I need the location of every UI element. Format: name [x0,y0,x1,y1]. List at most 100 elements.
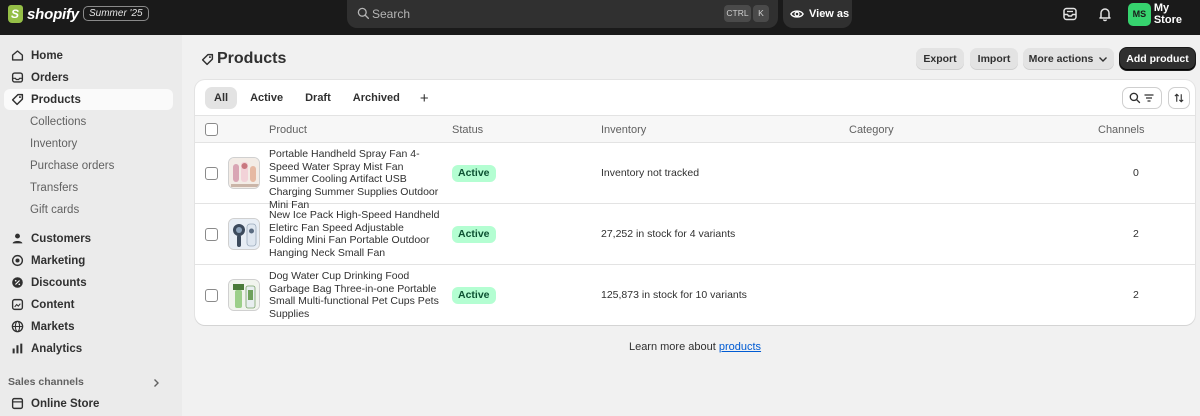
header-category[interactable]: Category [849,124,894,136]
status-badge: Active [452,226,496,243]
sidebar-subitem-gift-cards[interactable]: Gift cards [30,204,79,216]
row-checkbox[interactable] [205,289,218,302]
store-menu[interactable]: MS My Store [1128,2,1200,26]
export-button[interactable]: Export [916,48,964,70]
table-header: Product Status Inventory Category Channe… [195,115,1195,143]
sidebar-item-label: Orders [31,71,69,84]
view-as-button[interactable]: View as [783,0,852,28]
bell-icon[interactable] [1097,6,1113,22]
search-filter-button[interactable] [1122,87,1162,109]
store-name: My Store [1153,2,1182,26]
view-as-label: View as [809,8,850,20]
sidebar-item-marketing[interactable]: Marketing [4,250,173,271]
store-avatar: MS [1128,2,1151,26]
channels-count: 0 [1133,167,1139,179]
store-icon [10,397,24,411]
sidebar-item-markets[interactable]: Markets [4,316,173,337]
product-name[interactable]: Portable Handheld Spray Fan 4-Speed Wate… [269,148,441,212]
header-product[interactable]: Product [269,124,307,136]
import-button[interactable]: Import [970,48,1018,70]
row-checkbox[interactable] [205,167,218,180]
add-product-button[interactable]: Add product [1120,48,1195,70]
sidebar-item-online-store[interactable]: Online Store [4,393,173,414]
inbox-icon [10,71,24,85]
shopify-logo[interactable]: shopify [8,4,79,24]
sidebar-subitem-collections[interactable]: Collections [30,116,86,128]
sidebar-item-label: Discounts [31,276,87,289]
table-row[interactable]: Portable Handheld Spray Fan 4-Speed Wate… [195,143,1195,211]
person-icon [10,232,24,246]
tab-draft[interactable]: Draft [296,87,340,109]
header-status[interactable]: Status [452,124,483,136]
more-actions-button[interactable]: More actions [1023,48,1114,70]
channels-count: 2 [1133,228,1139,240]
product-thumbnail[interactable] [228,279,260,311]
inventory-value: 27,252 in stock for 4 variants [601,228,736,240]
row-checkbox[interactable] [205,228,218,241]
target-icon [10,254,24,268]
status-badge: Active [452,165,496,182]
sidebar-item-discounts[interactable]: Discounts [4,272,173,293]
shortcut-k-key: K [753,5,769,22]
sidebar-item-label: Customers [31,232,92,245]
chevron-down-icon [1099,57,1108,62]
sidebar: Home Orders Products Collections Invento… [0,35,182,416]
shortcut-ctrl-key: CTRL [724,5,751,22]
product-name[interactable]: New Ice Pack High-Speed Handheld Eletirc… [269,209,441,260]
discount-icon [10,276,24,290]
table-row[interactable]: New Ice Pack High-Speed Handheld Eletirc… [195,204,1195,265]
search-icon [1129,92,1141,104]
page-title-text: Products [217,50,287,67]
products-help-link[interactable]: products [719,341,761,353]
search-icon [357,7,370,20]
sidebar-item-home[interactable]: Home [4,45,173,66]
sidebar-item-label: Marketing [31,254,86,267]
content-icon [10,298,24,312]
tag-icon [10,93,24,107]
sidebar-subitem-transfers[interactable]: Transfers [30,182,78,194]
more-actions-label: More actions [1028,53,1094,65]
sort-icon [1174,93,1184,103]
learn-more-prefix: Learn more about [628,341,719,353]
home-icon [10,49,24,63]
select-all-checkbox[interactable] [205,123,218,136]
tab-active[interactable]: Active [241,87,292,109]
eye-icon [790,10,804,18]
sidebar-subitem-purchase-orders[interactable]: Purchase orders [30,160,114,172]
search-bar[interactable]: Search CTRL K [347,0,778,28]
sidebar-item-orders[interactable]: Orders [4,67,173,88]
product-name[interactable]: Dog Water Cup Drinking Food Garbage Bag … [269,270,441,321]
header-inventory[interactable]: Inventory [601,124,646,136]
sidebar-item-label: Home [31,49,63,62]
tab-archived[interactable]: Archived [344,87,409,109]
filter-tabs: All Active Draft Archived + [205,87,440,109]
header-channels[interactable]: Channels [1098,124,1144,136]
inventory-value: Inventory not tracked [601,167,700,179]
inbox-tray-icon[interactable] [1062,6,1078,22]
sales-channels-heading[interactable]: Sales channels [8,376,84,388]
learn-more-text: Learn more about products [0,341,1200,353]
chevron-right-icon[interactable] [151,378,161,388]
sidebar-item-label: Online Store [31,397,100,410]
search-placeholder: Search [372,7,411,21]
logo-text: shopify [27,5,79,23]
products-table-card: All Active Draft Archived + Product Stat… [195,80,1195,325]
sort-button[interactable] [1168,87,1190,109]
shopify-bag-icon [8,5,23,23]
channels-count: 2 [1133,289,1139,301]
add-view-button[interactable]: + [413,87,436,109]
product-thumbnail[interactable] [228,218,260,250]
product-thumbnail[interactable] [228,157,260,189]
tag-icon [201,53,214,65]
sidebar-item-content[interactable]: Content [4,294,173,315]
sidebar-item-label: Markets [31,320,75,333]
edition-badge[interactable]: Summer '25 [83,6,149,21]
table-row[interactable]: Dog Water Cup Drinking Food Garbage Bag … [195,265,1195,325]
sidebar-item-label: Products [31,93,81,106]
page-title: Products [201,50,286,68]
sidebar-subitem-inventory[interactable]: Inventory [30,138,77,150]
tab-all[interactable]: All [205,87,238,109]
sidebar-item-products[interactable]: Products [4,89,173,110]
filter-icon [1144,94,1154,102]
sidebar-item-customers[interactable]: Customers [4,228,173,249]
